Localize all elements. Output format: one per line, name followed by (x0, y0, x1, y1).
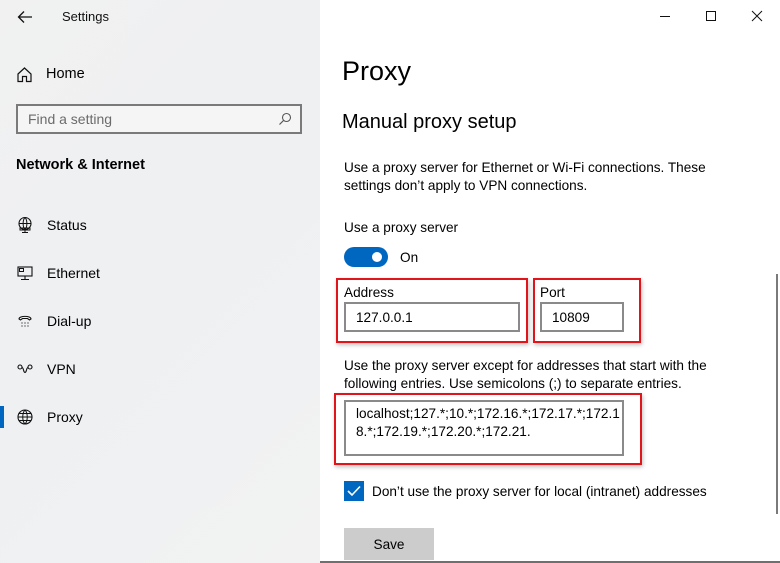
vpn-icon (16, 360, 34, 378)
maximize-icon (706, 11, 716, 21)
app-title: Settings (62, 9, 109, 24)
scrollbar[interactable] (776, 274, 778, 514)
minimize-button[interactable] (642, 0, 688, 32)
local-bypass-row[interactable]: Don’t use the proxy server for local (in… (344, 481, 707, 501)
sidebar-item-proxy[interactable]: Proxy (0, 399, 320, 435)
sidebar-item-label: Ethernet (47, 265, 100, 281)
sidebar: Settings Home Network & Internet (0, 0, 320, 563)
toggle-knob (372, 252, 382, 262)
port-input[interactable] (542, 308, 622, 326)
search-icon[interactable] (278, 112, 292, 126)
exceptions-field[interactable]: localhost;127.*;10.*;172.16.*;172.17.*;1… (344, 400, 624, 456)
ethernet-icon (16, 264, 34, 282)
exceptions-description: Use the proxy server except for addresse… (344, 358, 707, 391)
dialup-phone-icon (16, 312, 34, 330)
port-field[interactable] (540, 302, 624, 332)
title-bar: Settings (0, 0, 320, 34)
address-label: Address (344, 285, 394, 300)
sidebar-item-ethernet[interactable]: Ethernet (0, 255, 320, 291)
proxy-description: Use a proxy server for Ethernet or Wi-Fi… (344, 160, 706, 193)
sidebar-item-label: Dial-up (47, 313, 92, 329)
page-title: Proxy (342, 56, 412, 86)
search-input[interactable] (18, 110, 270, 128)
local-bypass-label: Don’t use the proxy server for local (in… (372, 483, 707, 499)
sidebar-item-status[interactable]: Status (0, 207, 320, 243)
save-button[interactable]: Save (344, 528, 434, 560)
status-globe-monitor-icon (16, 216, 34, 234)
sidebar-item-label: Status (47, 217, 87, 233)
settings-window: Settings Home Network & Internet (0, 0, 780, 563)
sidebar-section-title: Network & Internet (16, 157, 145, 173)
address-input[interactable] (346, 308, 518, 326)
close-icon (751, 10, 763, 22)
maximize-button[interactable] (688, 0, 734, 32)
home-icon (17, 66, 32, 82)
close-button[interactable] (734, 0, 780, 32)
toggle-state-label: On (400, 250, 419, 265)
back-arrow-icon (17, 11, 32, 23)
use-proxy-label: Use a proxy server (344, 220, 459, 235)
sidebar-item-label: Proxy (47, 409, 83, 425)
sidebar-item-dialup[interactable]: Dial-up (0, 303, 320, 339)
sidebar-item-label: VPN (47, 361, 76, 377)
sidebar-item-home[interactable]: Home (16, 62, 85, 86)
address-field[interactable] (344, 302, 520, 332)
section-heading: Manual proxy setup (342, 111, 517, 133)
back-button[interactable] (14, 6, 36, 28)
port-label: Port (540, 285, 565, 300)
checkmark-icon (347, 485, 361, 497)
sidebar-item-label: Home (46, 66, 85, 82)
globe-icon (16, 408, 34, 426)
exceptions-textarea[interactable]: localhost;127.*;10.*;172.16.*;172.17.*;1… (346, 402, 622, 454)
local-bypass-checkbox[interactable] (344, 481, 364, 501)
minimize-icon (660, 16, 670, 17)
active-indicator (0, 406, 4, 428)
window-controls (642, 0, 780, 32)
use-proxy-toggle[interactable] (344, 247, 388, 267)
search-box[interactable] (16, 104, 302, 134)
sidebar-item-vpn[interactable]: VPN (0, 351, 320, 387)
